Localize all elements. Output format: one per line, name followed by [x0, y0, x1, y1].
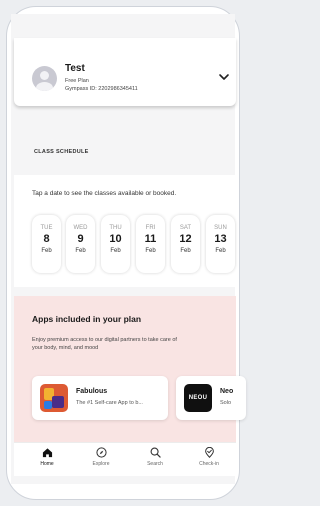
class-schedule: Tap a date to see the classes available …: [14, 175, 236, 287]
compass-icon: [95, 447, 107, 458]
day-of-week: WED: [73, 225, 88, 231]
day-number: 8: [43, 233, 50, 245]
date-wed-9[interactable]: WED 9 Feb: [66, 215, 95, 273]
apps-title: Apps included in your plan: [32, 314, 142, 324]
app-subtitle: The #1 Self-care App to b...: [76, 400, 143, 406]
date-tue-8[interactable]: TUE 8 Feb: [32, 215, 61, 273]
day-number: 11: [144, 233, 157, 245]
day-number: 9: [77, 233, 84, 245]
nav-check-in[interactable]: Check-in: [189, 447, 229, 467]
profile-header[interactable]: Test Free Plan Gympass ID: 2202986345411: [14, 38, 236, 106]
profile-name: Test: [65, 63, 85, 74]
app-card-neou[interactable]: NEOU Neo Solo: [176, 376, 246, 420]
apps-section: Apps included in your plan Enjoy premium…: [14, 296, 246, 442]
day-month: Feb: [41, 248, 52, 254]
neou-logo-icon: NEOU: [184, 384, 212, 412]
app-name: Neo: [220, 388, 234, 395]
fabulous-logo-icon: [40, 384, 68, 412]
nav-label: Check-in: [199, 461, 219, 467]
nav-home[interactable]: Home: [27, 447, 67, 467]
day-month: Feb: [75, 248, 86, 254]
search-icon: [150, 447, 161, 458]
day-of-week: TUE: [40, 225, 53, 231]
class-schedule-label: CLASS SCHEDULE: [34, 149, 89, 155]
app-name: Fabulous: [76, 388, 108, 395]
nav-label: Explore: [92, 461, 110, 467]
day-of-week: SUN: [214, 225, 227, 231]
app-card-fabulous[interactable]: Fabulous The #1 Self-care App to b...: [32, 376, 168, 420]
nav-search[interactable]: Search: [135, 447, 175, 467]
day-month: Feb: [215, 248, 226, 254]
day-number: 12: [179, 233, 192, 245]
day-of-week: FRI: [145, 225, 156, 231]
day-month: Feb: [180, 248, 191, 254]
chevron-down-icon[interactable]: [218, 72, 230, 82]
day-of-week: THU: [109, 225, 122, 231]
apps-description: Enjoy premium access to our digital part…: [32, 337, 177, 351]
day-of-week: SAT: [179, 225, 192, 231]
nav-label: Home: [40, 461, 54, 467]
nav-label: Search: [147, 461, 163, 467]
profile-plan: Free Plan: [65, 78, 89, 84]
date-thu-10[interactable]: THU 10 Feb: [101, 215, 130, 273]
avatar: [32, 66, 57, 91]
day-month: Feb: [145, 248, 156, 254]
bottom-nav: Home Explore Search Check-in: [14, 442, 236, 476]
nav-explore[interactable]: Explore: [81, 447, 121, 467]
app-subtitle: Solo: [220, 400, 232, 406]
day-number: 10: [109, 233, 122, 245]
date-sun-13[interactable]: SUN 13 Feb: [206, 215, 235, 273]
day-number: 13: [214, 233, 227, 245]
day-month: Feb: [110, 248, 121, 254]
check-in-pin-icon: [204, 447, 214, 458]
home-icon: [42, 448, 52, 458]
date-fri-11[interactable]: FRI 11 Feb: [136, 215, 165, 273]
date-sat-12[interactable]: SAT 12 Feb: [171, 215, 200, 273]
schedule-hint: Tap a date to see the classes available …: [32, 190, 177, 197]
gympass-id: Gympass ID: 2202986345411: [65, 86, 138, 92]
